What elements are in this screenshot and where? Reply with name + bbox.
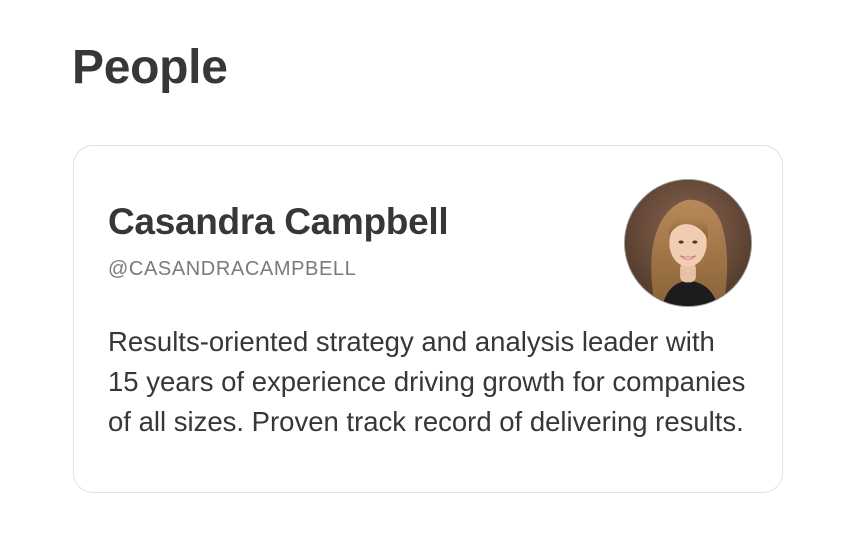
section-title: People <box>72 41 228 94</box>
avatar[interactable] <box>624 179 752 307</box>
person-name[interactable]: Casandra Campbell <box>108 198 449 246</box>
people-page: People Casandra Campbell @CASANDRACAMPBE… <box>0 0 864 558</box>
person-handle: @CASANDRACAMPBELL <box>108 258 357 280</box>
avatar-photo-icon <box>625 180 751 306</box>
person-card[interactable]: Casandra Campbell @CASANDRACAMPBELL Resu… <box>73 145 783 493</box>
person-bio: Results-oriented strategy and analysis l… <box>108 326 746 437</box>
